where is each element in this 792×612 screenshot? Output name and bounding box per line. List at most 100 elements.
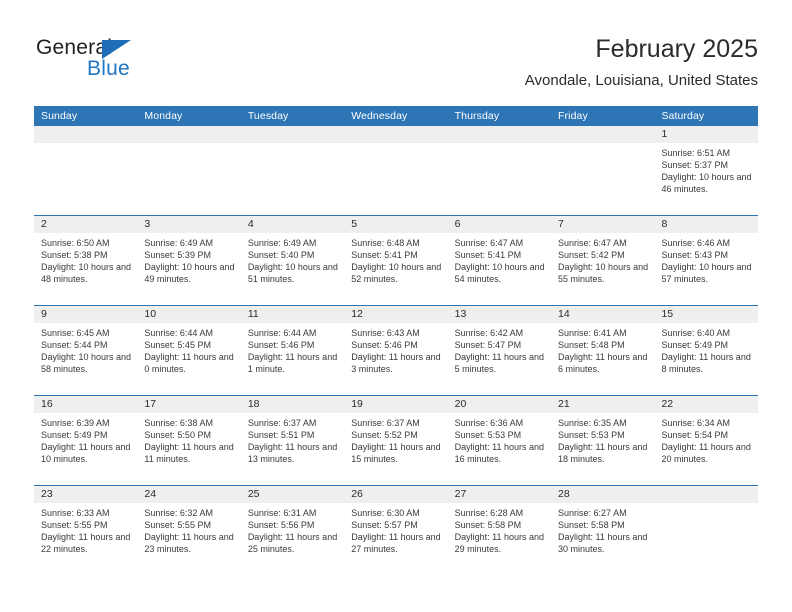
day-number: 6 (447, 216, 552, 233)
daylight-text: Daylight: 11 hours and 27 minutes. (351, 532, 441, 555)
sunset-text: Sunset: 5:56 PM (247, 520, 315, 531)
weekday-header-row: Sunday Monday Tuesday Wednesday Thursday Frid… (34, 106, 758, 126)
sunset-text: Sunset: 5:49 PM (41, 430, 108, 441)
day-details: Sunrise: 6:40 AM Sunset: 5:49 PM Daylight:… (654, 323, 757, 375)
day-details: Sunrise: 6:44 AM Sunset: 5:45 PM Daylight:… (137, 323, 240, 375)
sunset-text: Sunset: 5:58 PM (558, 520, 625, 531)
day-number: 5 (344, 216, 448, 233)
sunrise-text: Sunrise: 6:36 AM (454, 418, 524, 428)
day-number (34, 126, 138, 143)
day-cell-24[interactable]: 24 Sunrise: 6:32 AM Sunset: 5:55 PM Dayligh… (137, 486, 241, 575)
sunrise-text: Sunrise: 6:27 AM (558, 508, 627, 518)
day-details: Sunrise: 6:47 AM Sunset: 5:41 PM Daylight:… (448, 233, 551, 285)
sunrise-text: Sunrise: 6:37 AM (247, 418, 317, 428)
day-cell-12[interactable]: 12 Sunrise: 6:43 AM Sunset: 5:46 PM Dayligh… (344, 306, 448, 395)
day-cell-19[interactable]: 19 Sunrise: 6:37 AM Sunset: 5:52 PM Dayligh… (344, 396, 448, 485)
sunrise-text: Sunrise: 6:32 AM (144, 508, 213, 518)
sunset-text: Sunset: 5:37 PM (661, 160, 728, 171)
sunrise-text: Sunrise: 6:35 AM (558, 418, 627, 428)
daylight-text: Daylight: 11 hours and 11 minutes. (144, 442, 234, 465)
day-cell-2[interactable]: 2 Sunrise: 6:50 AM Sunset: 5:38 PM Daylight… (34, 216, 138, 305)
day-number (240, 126, 345, 143)
day-cell-3[interactable]: 3 Sunrise: 6:49 AM Sunset: 5:39 PM Daylight… (137, 216, 241, 305)
day-details (551, 143, 654, 147)
day-cell-14[interactable]: 14 Sunrise: 6:41 AM Sunset: 5:48 PM Dayligh… (551, 306, 655, 395)
sunset-text: Sunset: 5:39 PM (144, 250, 211, 261)
sunset-text: Sunset: 5:52 PM (351, 430, 418, 441)
day-number: 24 (137, 486, 241, 503)
day-number: 15 (654, 306, 758, 323)
day-number: 22 (654, 396, 758, 413)
day-cell-20[interactable]: 20 Sunrise: 6:36 AM Sunset: 5:53 PM Dayligh… (447, 396, 552, 485)
title-block: February 2025 Avondale, Louisiana, Unite… (525, 34, 758, 90)
day-cell-16[interactable]: 16 Sunrise: 6:39 AM Sunset: 5:49 PM Dayligh… (34, 396, 138, 485)
day-cell-5[interactable]: 5 Sunrise: 6:48 AM Sunset: 5:41 PM Daylight… (344, 216, 448, 305)
day-details (448, 143, 551, 147)
day-details: Sunrise: 6:27 AM Sunset: 5:58 PM Daylight:… (551, 503, 654, 555)
day-number: 20 (447, 396, 552, 413)
day-cell-empty (137, 126, 241, 215)
day-cell-26[interactable]: 26 Sunrise: 6:30 AM Sunset: 5:57 PM Dayligh… (344, 486, 448, 575)
weekday-header-thursday: Thursday (454, 110, 500, 122)
day-cell-9[interactable]: 9 Sunrise: 6:45 AM Sunset: 5:44 PM Daylight… (34, 306, 138, 395)
sunset-text: Sunset: 5:46 PM (351, 340, 418, 351)
sunrise-text: Sunrise: 6:51 AM (661, 148, 730, 158)
weekday-header-wednesday: Wednesday (351, 110, 408, 122)
sunrise-text: Sunrise: 6:46 AM (661, 238, 730, 248)
day-cell-21[interactable]: 21 Sunrise: 6:35 AM Sunset: 5:53 PM Dayligh… (551, 396, 655, 485)
sunrise-text: Sunrise: 6:44 AM (247, 328, 317, 338)
day-cell-1[interactable]: 1 Sunrise: 6:51 AM Sunset: 5:37 PM Daylight… (654, 126, 758, 215)
sunrise-text: Sunrise: 6:47 AM (454, 238, 524, 248)
day-details: Sunrise: 6:36 AM Sunset: 5:53 PM Daylight:… (448, 413, 551, 465)
day-number: 19 (344, 396, 448, 413)
day-cell-13[interactable]: 13 Sunrise: 6:42 AM Sunset: 5:47 PM Dayligh… (447, 306, 552, 395)
day-cell-18[interactable]: 18 Sunrise: 6:37 AM Sunset: 5:51 PM Dayligh… (240, 396, 345, 485)
day-number: 1 (654, 126, 758, 143)
brand-logo[interactable]: General Blue (36, 36, 166, 82)
sunrise-text: Sunrise: 6:41 AM (558, 328, 627, 338)
daylight-text: Daylight: 11 hours and 29 minutes. (454, 532, 545, 555)
day-number: 21 (551, 396, 655, 413)
weekday-header-friday: Friday (558, 110, 588, 122)
daylight-text: Daylight: 10 hours and 51 minutes. (247, 262, 338, 285)
sunset-text: Sunset: 5:43 PM (661, 250, 728, 261)
daylight-text: Daylight: 11 hours and 15 minutes. (351, 442, 441, 465)
daylight-text: Daylight: 11 hours and 6 minutes. (558, 352, 648, 375)
sunrise-text: Sunrise: 6:28 AM (454, 508, 524, 518)
day-cell-17[interactable]: 17 Sunrise: 6:38 AM Sunset: 5:50 PM Dayligh… (137, 396, 241, 485)
sunrise-text: Sunrise: 6:45 AM (41, 328, 110, 338)
day-cell-8[interactable]: 8 Sunrise: 6:46 AM Sunset: 5:43 PM Daylight… (654, 216, 758, 305)
page-header: General Blue February 2025 Avondale, Lou… (0, 0, 792, 100)
day-cell-10[interactable]: 10 Sunrise: 6:44 AM Sunset: 5:45 PM Dayligh… (137, 306, 241, 395)
day-number: 3 (137, 216, 241, 233)
calendar-week-row: 16 Sunrise: 6:39 AM Sunset: 5:49 PM Dayligh… (34, 395, 758, 485)
sunrise-text: Sunrise: 6:31 AM (247, 508, 317, 518)
day-cell-22[interactable]: 22 Sunrise: 6:34 AM Sunset: 5:54 PM Dayligh… (654, 396, 758, 485)
sunrise-text: Sunrise: 6:49 AM (144, 238, 213, 248)
weekday-header-monday: Monday (144, 110, 183, 122)
sunset-text: Sunset: 5:53 PM (454, 430, 522, 441)
day-details (344, 143, 447, 147)
sunset-text: Sunset: 5:51 PM (247, 430, 315, 441)
day-cell-7[interactable]: 7 Sunrise: 6:47 AM Sunset: 5:42 PM Daylight… (551, 216, 655, 305)
day-details: Sunrise: 6:31 AM Sunset: 5:56 PM Daylight:… (241, 503, 344, 555)
sunrise-text: Sunrise: 6:43 AM (351, 328, 420, 338)
day-cell-27[interactable]: 27 Sunrise: 6:28 AM Sunset: 5:58 PM Dayligh… (447, 486, 552, 575)
sunrise-text: Sunrise: 6:30 AM (351, 508, 420, 518)
sunset-text: Sunset: 5:57 PM (351, 520, 418, 531)
day-number: 7 (551, 216, 655, 233)
day-cell-28[interactable]: 28 Sunrise: 6:27 AM Sunset: 5:58 PM Dayligh… (551, 486, 655, 575)
day-cell-23[interactable]: 23 Sunrise: 6:33 AM Sunset: 5:55 PM Dayligh… (34, 486, 138, 575)
sunset-text: Sunset: 5:48 PM (558, 340, 625, 351)
daylight-text: Daylight: 11 hours and 8 minutes. (661, 352, 751, 375)
sunrise-text: Sunrise: 6:48 AM (351, 238, 420, 248)
day-cell-11[interactable]: 11 Sunrise: 6:44 AM Sunset: 5:46 PM Dayligh… (240, 306, 345, 395)
day-cell-4[interactable]: 4 Sunrise: 6:49 AM Sunset: 5:40 PM Daylight… (240, 216, 345, 305)
day-number: 11 (240, 306, 345, 323)
daylight-text: Daylight: 11 hours and 0 minutes. (144, 352, 234, 375)
day-cell-6[interactable]: 6 Sunrise: 6:47 AM Sunset: 5:41 PM Daylight… (447, 216, 552, 305)
day-cell-15[interactable]: 15 Sunrise: 6:40 AM Sunset: 5:49 PM Dayligh… (654, 306, 758, 395)
day-number: 12 (344, 306, 448, 323)
day-cell-25[interactable]: 25 Sunrise: 6:31 AM Sunset: 5:56 PM Dayligh… (240, 486, 345, 575)
sunset-text: Sunset: 5:50 PM (144, 430, 211, 441)
